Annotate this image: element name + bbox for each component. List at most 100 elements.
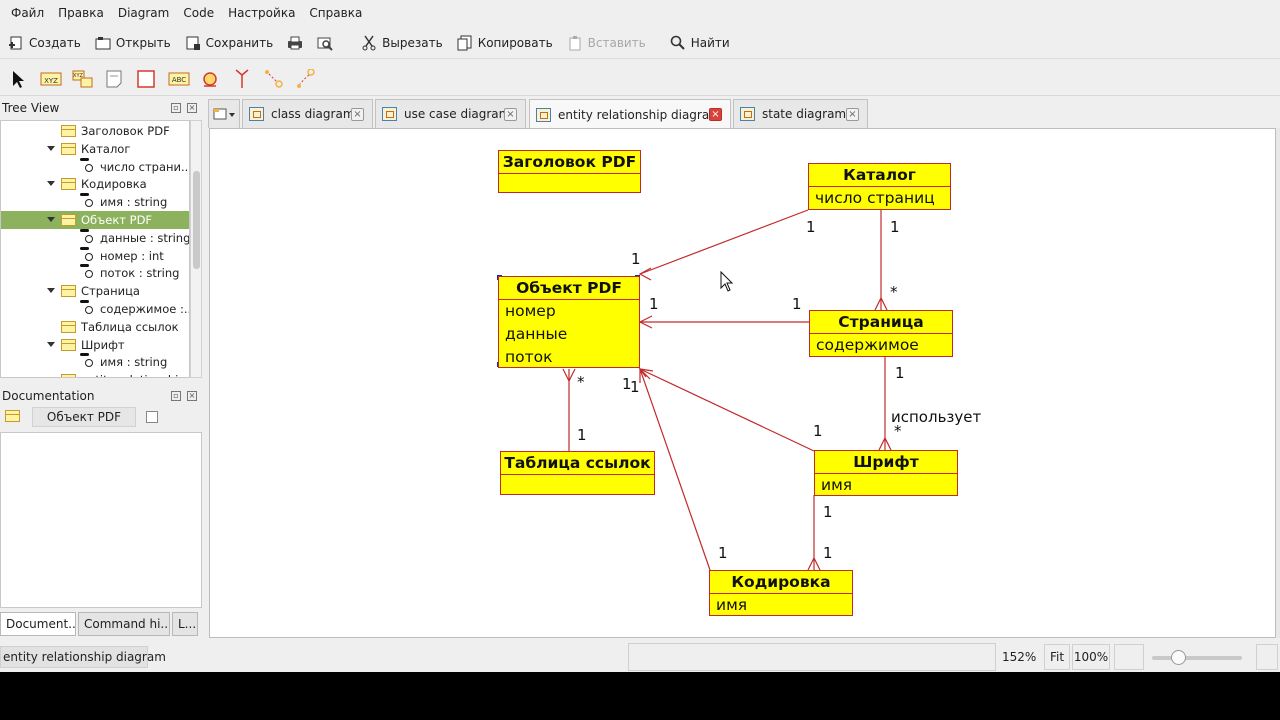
close-tab-icon[interactable]: × bbox=[351, 108, 364, 121]
relation-obj-catalog[interactable] bbox=[639, 209, 809, 275]
save-button[interactable]: Сохранить bbox=[183, 30, 276, 56]
create-button[interactable]: Создать bbox=[6, 30, 83, 56]
canvas-scrollbar[interactable] bbox=[1276, 128, 1280, 638]
new-diagram-icon bbox=[213, 108, 235, 120]
entity-tool[interactable]: XYZ bbox=[40, 69, 62, 89]
documentation-checkbox[interactable] bbox=[146, 411, 158, 423]
zoom-100-button[interactable]: 100% bbox=[1072, 644, 1110, 670]
expand-arrow-icon[interactable] bbox=[47, 181, 55, 187]
association-tool[interactable] bbox=[264, 69, 284, 89]
menu-diagram[interactable]: Diagram bbox=[111, 6, 177, 20]
expand-arrow-icon[interactable] bbox=[47, 288, 55, 294]
multiplicity-label: 1 bbox=[813, 422, 823, 440]
zoom-level: 152% bbox=[1002, 650, 1037, 664]
tree-item-class[interactable]: Кодировка bbox=[1, 175, 189, 193]
paste-button[interactable]: Вставить bbox=[565, 30, 648, 56]
relation-obj-font[interactable] bbox=[639, 368, 815, 452]
find-button[interactable]: Найти bbox=[668, 30, 732, 56]
status-extra-button[interactable] bbox=[1256, 644, 1278, 670]
diagram-canvas[interactable]: Заголовок PDF Каталог число страниц Объе… bbox=[209, 128, 1276, 638]
close-icon[interactable]: × bbox=[187, 391, 197, 401]
print-preview-button[interactable] bbox=[315, 30, 335, 56]
tree-item-class[interactable]: Объект PDF bbox=[1, 211, 189, 229]
menu-file[interactable]: Файл bbox=[4, 6, 51, 20]
tree-item-attribute[interactable]: данные : string bbox=[1, 228, 189, 247]
class-icon bbox=[61, 338, 76, 351]
menu-settings[interactable]: Настройка bbox=[221, 6, 302, 20]
diagram-icon bbox=[249, 107, 264, 121]
tree-item-class[interactable]: Страница bbox=[1, 282, 189, 300]
entity-pdf-header[interactable]: Заголовок PDF bbox=[498, 150, 641, 193]
menu-code[interactable]: Code bbox=[176, 6, 221, 20]
float-icon[interactable]: ▫ bbox=[171, 391, 181, 401]
entity-font[interactable]: Шрифт имя bbox=[814, 450, 958, 496]
self-association-tool[interactable] bbox=[296, 67, 316, 89]
box-tool[interactable] bbox=[136, 69, 156, 89]
zoom-slider-knob[interactable] bbox=[1171, 650, 1186, 665]
documentation-text-area[interactable] bbox=[0, 432, 202, 608]
relationship-lines bbox=[497, 209, 892, 571]
float-icon[interactable]: ▫ bbox=[171, 103, 181, 113]
documentation-name-field[interactable]: Объект PDF bbox=[32, 407, 136, 427]
tree-item-class[interactable]: Заголовок PDF bbox=[1, 122, 189, 140]
attribute-icon bbox=[80, 300, 93, 314]
tab-log[interactable]: L... bbox=[172, 612, 198, 636]
select-arrow-tool[interactable] bbox=[8, 69, 28, 89]
folder-icon bbox=[95, 35, 111, 51]
text-tool[interactable]: ABC bbox=[168, 69, 190, 89]
zoom-extra-button[interactable] bbox=[1114, 644, 1144, 670]
close-tab-icon[interactable]: × bbox=[846, 108, 859, 121]
entity-xref-table[interactable]: Таблица ссылок bbox=[500, 451, 655, 495]
open-button[interactable]: Открыть bbox=[93, 30, 173, 56]
anchor-tool[interactable] bbox=[200, 69, 220, 89]
bottom-dock-tabs: Document... Command hi... L... bbox=[0, 612, 203, 638]
tree-item-label: имя : string bbox=[100, 195, 168, 210]
close-tab-icon[interactable]: × bbox=[504, 108, 517, 121]
expand-arrow-icon[interactable] bbox=[47, 217, 55, 222]
new-file-icon bbox=[8, 35, 24, 51]
menu-help[interactable]: Справка bbox=[302, 6, 369, 20]
expand-arrow-icon[interactable] bbox=[47, 341, 55, 347]
tab-class-diagram[interactable]: class diagram × bbox=[242, 99, 373, 128]
expand-arrow-icon[interactable] bbox=[47, 145, 55, 151]
multiplicity-label: 1 bbox=[890, 218, 900, 236]
entity-catalog[interactable]: Каталог число страниц bbox=[808, 163, 951, 210]
tree-item-label: Заголовок PDF bbox=[81, 124, 170, 138]
close-icon[interactable]: × bbox=[187, 103, 197, 113]
category-tool[interactable]: XYZ bbox=[72, 69, 93, 89]
tab-use-case-diagram[interactable]: use case diagram × bbox=[375, 99, 526, 128]
zoom-slider[interactable] bbox=[1152, 650, 1242, 665]
tree-item-class[interactable]: Шрифт bbox=[1, 336, 189, 354]
tree-item-diagram[interactable]: entity relationship... bbox=[1, 371, 189, 377]
entity-pdf-object[interactable]: Объект PDF номер данные поток bbox=[498, 276, 640, 368]
entity-page[interactable]: Страница содержимое bbox=[809, 310, 953, 357]
cut-button[interactable]: Вырезать bbox=[359, 30, 445, 56]
scrollbar-thumb[interactable] bbox=[193, 171, 200, 269]
tab-command-history[interactable]: Command hi... bbox=[78, 612, 170, 636]
tree-scrollbar[interactable] bbox=[190, 120, 202, 378]
diagram-icon bbox=[740, 107, 755, 121]
tree-item-attribute[interactable]: имя : string bbox=[1, 193, 189, 211]
multiplicity-label: 1 bbox=[649, 295, 659, 313]
tree-item-attribute[interactable]: содержимое :... bbox=[1, 300, 189, 318]
tree-item-attribute[interactable]: поток : string bbox=[1, 264, 189, 282]
entity-title: Заголовок PDF bbox=[499, 151, 640, 174]
print-button[interactable] bbox=[285, 30, 305, 56]
tab-entity-relationship-diagram[interactable]: entity relationship diagram × bbox=[529, 99, 731, 129]
copy-button[interactable]: Копировать bbox=[455, 30, 555, 56]
entity-encoding[interactable]: Кодировка имя bbox=[709, 570, 853, 616]
tree-item-class[interactable]: Таблица ссылок bbox=[1, 318, 189, 336]
menu-edit[interactable]: Правка bbox=[51, 6, 111, 20]
tab-documentation[interactable]: Document... bbox=[0, 612, 76, 636]
tree-item-attribute[interactable]: число страни... bbox=[1, 157, 189, 176]
tab-state-diagram[interactable]: state diagram × bbox=[733, 99, 868, 128]
close-tab-icon[interactable]: × bbox=[709, 108, 722, 121]
zoom-fit-button[interactable]: Fit bbox=[1044, 644, 1070, 670]
tree-item-label: содержимое :... bbox=[100, 302, 190, 316]
tree-item-attribute[interactable]: номер : int bbox=[1, 246, 189, 265]
tree-item-class[interactable]: Каталог bbox=[1, 140, 189, 158]
relationship-tool[interactable] bbox=[232, 68, 252, 89]
note-tool[interactable] bbox=[104, 69, 124, 89]
tree-item-attribute[interactable]: имя : string bbox=[1, 353, 189, 371]
new-diagram-tab-button[interactable] bbox=[208, 99, 240, 128]
